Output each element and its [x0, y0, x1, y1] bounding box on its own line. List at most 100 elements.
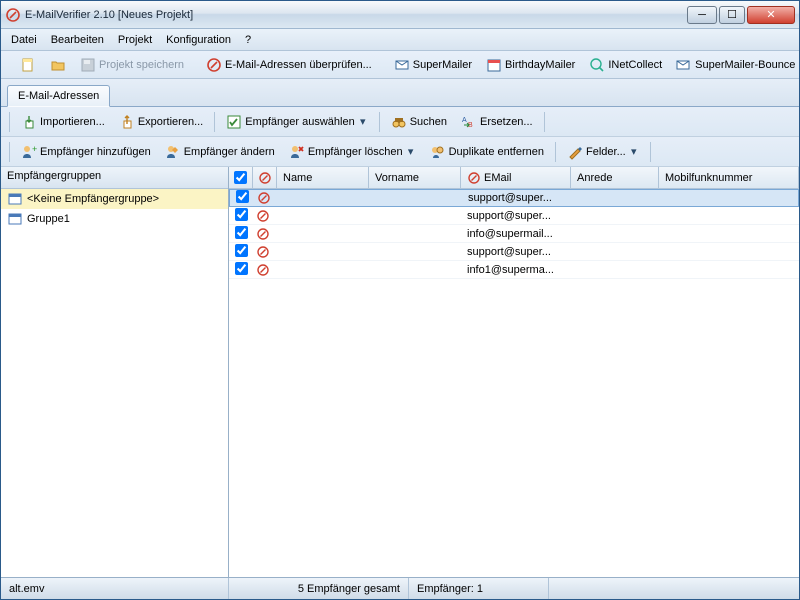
row-email: support@super...	[462, 191, 572, 205]
row-email: info@supermail...	[461, 227, 571, 241]
group-icon	[7, 211, 23, 227]
col-status[interactable]	[253, 167, 277, 188]
status-spacer	[549, 578, 799, 599]
col-email[interactable]: EMail	[461, 167, 571, 188]
row-status-cell	[253, 244, 277, 260]
row-checkbox-cell[interactable]	[230, 189, 254, 207]
table-row[interactable]: support@super...	[229, 189, 799, 207]
import-button[interactable]: Importieren...	[16, 111, 110, 133]
import-icon	[21, 114, 37, 130]
toolbar-edit-recipients: + Empfänger hinzufügen Empfänger ändern …	[1, 137, 799, 167]
person-delete-icon	[289, 144, 305, 160]
minimize-button[interactable]: ─	[687, 6, 717, 24]
menu-bearbeiten[interactable]: Bearbeiten	[45, 32, 110, 48]
table-row[interactable]: support@super...	[229, 207, 799, 225]
globe-search-icon	[589, 57, 605, 73]
groups-header: Empfängergruppen	[1, 167, 228, 189]
toolbar-recipients: Importieren... Exportieren... Empfänger …	[1, 107, 799, 137]
row-name	[277, 251, 369, 253]
select-recipients-button[interactable]: Empfänger auswählen ▾	[221, 111, 372, 133]
supermailer-button[interactable]: SuperMailer	[389, 54, 477, 76]
row-mobil	[660, 197, 798, 199]
verify-addresses-label: E-Mail-Adressen überprüfen...	[225, 59, 372, 71]
mail-bounce-icon	[676, 57, 692, 73]
header-checkbox[interactable]	[234, 171, 247, 184]
row-status-cell	[254, 190, 278, 206]
row-checkbox-cell[interactable]	[229, 261, 253, 279]
search-button[interactable]: Suchen	[386, 111, 452, 133]
export-label: Exportieren...	[138, 116, 203, 128]
row-vorname	[370, 197, 462, 199]
row-checkbox-cell[interactable]	[229, 207, 253, 225]
grid-header: Name Vorname EMail Anrede Mobilfunknumme…	[229, 167, 799, 189]
save-project-button: Projekt speichern	[75, 54, 189, 76]
edit-recipient-button[interactable]: Empfänger ändern	[160, 141, 280, 163]
maximize-button[interactable]: ☐	[719, 6, 745, 24]
row-mobil	[659, 215, 799, 217]
group-item-label: <Keine Empfängergruppe>	[27, 193, 159, 205]
row-checkbox[interactable]	[236, 190, 249, 203]
table-row[interactable]: info1@superma...	[229, 261, 799, 279]
col-checked[interactable]	[229, 167, 253, 188]
inetcollect-button[interactable]: INetCollect	[584, 54, 667, 76]
menu-projekt[interactable]: Projekt	[112, 32, 158, 48]
export-icon	[119, 114, 135, 130]
menu-datei[interactable]: Datei	[5, 32, 43, 48]
app-window: E-MailVerifier 2.10 [Neues Projekt] ─ ☐ …	[0, 0, 800, 600]
inetcollect-label: INetCollect	[608, 59, 662, 71]
replace-button[interactable]: AB Ersetzen...	[456, 111, 538, 133]
supermailer-bounce-button[interactable]: SuperMailer-Bounce	[671, 54, 800, 76]
chevron-down-icon: ▾	[629, 145, 639, 158]
grid-body[interactable]: support@super... support@super... info@sup…	[229, 189, 799, 577]
row-email: support@super...	[461, 245, 571, 259]
table-row[interactable]: info@supermail...	[229, 225, 799, 243]
close-button[interactable]: ✕	[747, 6, 795, 24]
tab-email-adressen[interactable]: E-Mail-Adressen	[7, 85, 110, 107]
row-status-cell	[253, 262, 277, 278]
fields-button[interactable]: Felder... ▾	[562, 141, 644, 163]
export-button[interactable]: Exportieren...	[114, 111, 208, 133]
groups-panel: Empfängergruppen <Keine Empfängergruppe>…	[1, 167, 229, 577]
col-anrede[interactable]: Anrede	[571, 167, 659, 188]
verify-icon	[206, 57, 222, 73]
row-vorname	[369, 269, 461, 271]
row-checkbox-cell[interactable]	[229, 225, 253, 243]
group-item-gruppe1[interactable]: Gruppe1	[1, 209, 228, 229]
row-checkbox[interactable]	[235, 262, 248, 275]
row-checkbox-cell[interactable]	[229, 243, 253, 261]
menu-help[interactable]: ?	[239, 32, 257, 48]
calendar-icon	[486, 57, 502, 73]
delete-recipient-button[interactable]: Empfänger löschen ▾	[284, 141, 421, 163]
edit-recipient-label: Empfänger ändern	[184, 146, 275, 158]
col-vorname[interactable]: Vorname	[369, 167, 461, 188]
mail-icon	[467, 171, 481, 185]
row-anrede	[571, 233, 659, 235]
remove-duplicates-button[interactable]: Duplikate entfernen	[425, 141, 549, 163]
row-mobil	[659, 251, 799, 253]
app-icon	[5, 7, 21, 23]
open-button[interactable]	[45, 54, 71, 76]
table-row[interactable]: support@super...	[229, 243, 799, 261]
fields-label: Felder...	[586, 146, 626, 158]
row-checkbox[interactable]	[235, 226, 248, 239]
add-recipient-button[interactable]: + Empfänger hinzufügen	[16, 141, 156, 163]
recipients-grid: Name Vorname EMail Anrede Mobilfunknumme…	[229, 167, 799, 577]
col-mobil[interactable]: Mobilfunknummer	[659, 167, 799, 188]
binoculars-icon	[391, 114, 407, 130]
tab-label: E-Mail-Adressen	[18, 90, 99, 102]
row-checkbox[interactable]	[235, 208, 248, 221]
verify-addresses-button[interactable]: E-Mail-Adressen überprüfen...	[201, 54, 377, 76]
mail-icon	[394, 57, 410, 73]
col-name[interactable]: Name	[277, 167, 369, 188]
window-title: E-MailVerifier 2.10 [Neues Projekt]	[25, 9, 193, 21]
open-folder-icon	[50, 57, 66, 73]
replace-icon: AB	[461, 114, 477, 130]
birthdaymailer-button[interactable]: BirthdayMailer	[481, 54, 580, 76]
new-project-button[interactable]	[15, 54, 41, 76]
status-selected: Empfänger: 1	[409, 578, 549, 599]
group-item-none[interactable]: <Keine Empfängergruppe>	[1, 189, 228, 209]
row-checkbox[interactable]	[235, 244, 248, 257]
floppy-disk-icon	[80, 57, 96, 73]
menu-konfiguration[interactable]: Konfiguration	[160, 32, 237, 48]
fields-icon	[567, 144, 583, 160]
